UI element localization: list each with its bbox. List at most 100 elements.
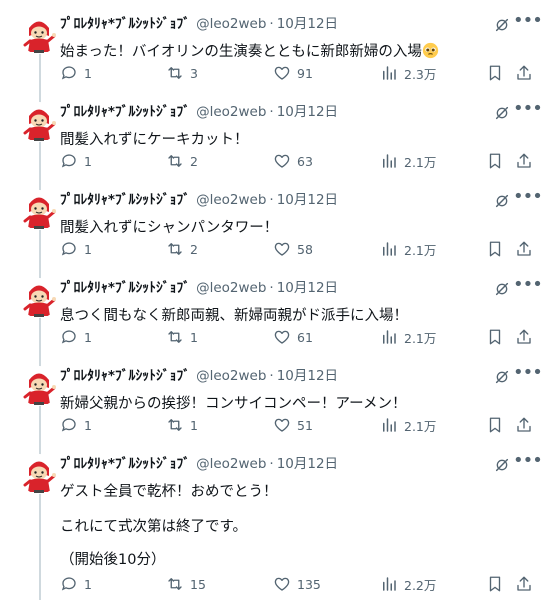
tweet-date[interactable]: 10月12日 xyxy=(277,368,338,384)
tweet-text-line: 息つく間もなく新郎両親、新婦両親がド派手に入場！ xyxy=(60,308,408,324)
author-handle[interactable]: @leo2web xyxy=(196,104,266,120)
views-button[interactable]: 2.1万 xyxy=(380,151,436,171)
reply-icon xyxy=(61,418,76,432)
grok-icon[interactable] xyxy=(494,17,510,33)
share-button[interactable] xyxy=(515,152,533,170)
like-count: 61 xyxy=(297,329,313,345)
avatar[interactable] xyxy=(19,14,59,54)
more-options-button[interactable]: ••• xyxy=(513,276,543,298)
views-button[interactable]: 2.1万 xyxy=(380,415,436,435)
avatar[interactable] xyxy=(19,190,59,230)
tweet[interactable]: ﾌﾟﾛﾚﾀﾘｬ*ﾌﾞﾙｼｯﾄｼﾞｮﾌﾞ @leo2web · 10月12日 ••• ゲ… xyxy=(0,452,546,600)
like-count: 58 xyxy=(297,241,313,257)
reply-button[interactable]: 1 xyxy=(60,151,92,171)
avatar[interactable] xyxy=(19,278,59,318)
analytics-icon xyxy=(383,577,396,591)
share-icon xyxy=(517,576,531,591)
tweet-date[interactable]: 10月12日 xyxy=(277,16,338,32)
repost-button[interactable]: 15 xyxy=(166,574,206,594)
author-name[interactable]: ﾌﾟﾛﾚﾀﾘｬ*ﾌﾞﾙｼｯﾄｼﾞｮﾌﾞ xyxy=(60,104,190,120)
author-handle[interactable]: @leo2web xyxy=(196,192,266,208)
more-options-button[interactable]: ••• xyxy=(513,100,543,122)
bookmark-icon xyxy=(489,329,501,345)
avatar-character-icon xyxy=(19,278,59,318)
repost-button[interactable]: 2 xyxy=(166,151,198,171)
bookmark-button[interactable] xyxy=(486,416,504,434)
bookmark-button[interactable] xyxy=(486,152,504,170)
tweet[interactable]: ﾌﾟﾛﾚﾀﾘｬ*ﾌﾞﾙｼｯﾄｼﾞｮﾌﾞ @leo2web · 10月12日 ••• 間… xyxy=(0,188,546,268)
author-handle[interactable]: @leo2web xyxy=(196,456,266,472)
author-name[interactable]: ﾌﾟﾛﾚﾀﾘｬ*ﾌﾞﾙｼｯﾄｼﾞｮﾌﾞ xyxy=(60,368,190,384)
bookmark-button[interactable] xyxy=(486,64,504,82)
grok-icon[interactable] xyxy=(494,105,510,121)
pleading-face-emoji-icon xyxy=(422,42,439,59)
more-options-button[interactable]: ••• xyxy=(513,12,543,34)
tweet[interactable]: ﾌﾟﾛﾚﾀﾘｬ*ﾌﾞﾙｼｯﾄｼﾞｮﾌﾞ @leo2web · 10月12日 ••• 間… xyxy=(0,100,546,180)
tweet-text-line: 始まった！バイオリンの生演奏とともに新郎新婦の入場 xyxy=(60,44,422,60)
grok-icon[interactable] xyxy=(494,369,510,385)
bookmark-button[interactable] xyxy=(486,575,504,593)
share-button[interactable] xyxy=(515,64,533,82)
more-options-button[interactable]: ••• xyxy=(513,188,543,210)
share-button[interactable] xyxy=(515,328,533,346)
reply-count: 1 xyxy=(84,576,92,592)
tweet[interactable]: ﾌﾟﾛﾚﾀﾘｬ*ﾌﾞﾙｼｯﾄｼﾞｮﾌﾞ @leo2web · 10月12日 ••• 新… xyxy=(0,364,546,444)
repost-count: 1 xyxy=(190,329,198,345)
reply-icon xyxy=(61,330,76,344)
bookmark-icon xyxy=(489,241,501,257)
author-name[interactable]: ﾌﾟﾛﾚﾀﾘｬ*ﾌﾞﾙｼｯﾄｼﾞｮﾌﾞ xyxy=(60,192,190,208)
tweet-date[interactable]: 10月12日 xyxy=(277,104,338,120)
like-button[interactable]: 61 xyxy=(273,327,313,347)
author-handle[interactable]: @leo2web xyxy=(196,16,266,32)
like-button[interactable]: 63 xyxy=(273,151,313,171)
repost-button[interactable]: 1 xyxy=(166,327,198,347)
like-count: 63 xyxy=(297,153,313,169)
tweet-text: 新婦父親からの挨拶！コンサイコンペー！アーメン！ xyxy=(60,393,520,416)
repost-icon xyxy=(168,155,182,167)
more-options-button[interactable]: ••• xyxy=(513,364,543,386)
author-name[interactable]: ﾌﾟﾛﾚﾀﾘｬ*ﾌﾞﾙｼｯﾄｼﾞｮﾌﾞ xyxy=(60,280,190,296)
analytics-icon xyxy=(383,330,396,344)
avatar[interactable] xyxy=(19,454,59,494)
grok-icon[interactable] xyxy=(494,457,510,473)
tweet[interactable]: ﾌﾟﾛﾚﾀﾘｬ*ﾌﾞﾙｼｯﾄｼﾞｮﾌﾞ @leo2web · 10月12日 ••• 始… xyxy=(0,12,546,92)
like-button[interactable]: 135 xyxy=(273,574,321,594)
reply-button[interactable]: 1 xyxy=(60,327,92,347)
repost-button[interactable]: 2 xyxy=(166,239,198,259)
repost-button[interactable]: 1 xyxy=(166,415,198,435)
more-options-button[interactable]: ••• xyxy=(513,452,543,474)
like-button[interactable]: 58 xyxy=(273,239,313,259)
author-name[interactable]: ﾌﾟﾛﾚﾀﾘｬ*ﾌﾞﾙｼｯﾄｼﾞｮﾌﾞ xyxy=(60,16,190,32)
views-button[interactable]: 2.3万 xyxy=(380,63,436,83)
repost-button[interactable]: 3 xyxy=(166,63,198,83)
grok-icon[interactable] xyxy=(494,281,510,297)
reply-button[interactable]: 1 xyxy=(60,239,92,259)
avatar[interactable] xyxy=(19,366,59,406)
reply-button[interactable]: 1 xyxy=(60,63,92,83)
share-icon xyxy=(517,417,531,432)
tweet-date[interactable]: 10月12日 xyxy=(277,280,338,296)
grok-icon[interactable] xyxy=(494,193,510,209)
like-button[interactable]: 91 xyxy=(273,63,313,83)
author-name[interactable]: ﾌﾟﾛﾚﾀﾘｬ*ﾌﾞﾙｼｯﾄｼﾞｮﾌﾞ xyxy=(60,456,190,472)
bookmark-button[interactable] xyxy=(486,240,504,258)
like-count: 135 xyxy=(297,576,321,592)
share-button[interactable] xyxy=(515,575,533,593)
reply-button[interactable]: 1 xyxy=(60,415,92,435)
tweet[interactable]: ﾌﾟﾛﾚﾀﾘｬ*ﾌﾞﾙｼｯﾄｼﾞｮﾌﾞ @leo2web · 10月12日 ••• 息… xyxy=(0,276,546,356)
share-button[interactable] xyxy=(515,416,533,434)
reply-button[interactable]: 1 xyxy=(60,574,92,594)
views-button[interactable]: 2.1万 xyxy=(380,327,436,347)
views-button[interactable]: 2.2万 xyxy=(380,574,436,594)
author-handle[interactable]: @leo2web xyxy=(196,280,266,296)
views-button[interactable]: 2.1万 xyxy=(380,239,436,259)
author-handle[interactable]: @leo2web xyxy=(196,368,266,384)
like-button[interactable]: 51 xyxy=(273,415,313,435)
reply-icon xyxy=(61,66,76,80)
share-button[interactable] xyxy=(515,240,533,258)
tweet-date[interactable]: 10月12日 xyxy=(277,456,338,472)
tweet-date[interactable]: 10月12日 xyxy=(277,192,338,208)
bookmark-button[interactable] xyxy=(486,328,504,346)
avatar[interactable] xyxy=(19,102,59,142)
reply-count: 1 xyxy=(84,417,92,433)
